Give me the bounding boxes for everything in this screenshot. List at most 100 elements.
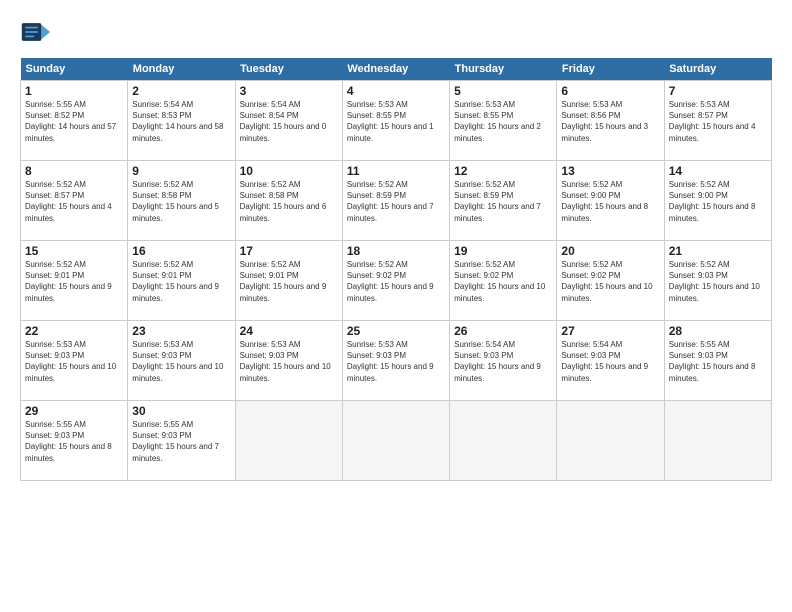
calendar-cell: 13Sunrise: 5:52 AMSunset: 9:00 PMDayligh…	[557, 161, 664, 241]
calendar-cell: 30Sunrise: 5:55 AMSunset: 9:03 PMDayligh…	[128, 401, 235, 481]
day-number: 10	[240, 164, 338, 178]
day-info: Sunrise: 5:52 AMSunset: 8:58 PMDaylight:…	[132, 179, 230, 224]
calendar-cell: 17Sunrise: 5:52 AMSunset: 9:01 PMDayligh…	[235, 241, 342, 321]
calendar-cell: 4Sunrise: 5:53 AMSunset: 8:55 PMDaylight…	[342, 81, 449, 161]
day-info: Sunrise: 5:54 AMSunset: 9:03 PMDaylight:…	[561, 339, 659, 384]
calendar-cell: 6Sunrise: 5:53 AMSunset: 8:56 PMDaylight…	[557, 81, 664, 161]
calendar-cell: 10Sunrise: 5:52 AMSunset: 8:58 PMDayligh…	[235, 161, 342, 241]
day-header-sunday: Sunday	[21, 58, 128, 81]
day-number: 22	[25, 324, 123, 338]
day-info: Sunrise: 5:55 AMSunset: 8:52 PMDaylight:…	[25, 99, 123, 144]
day-info: Sunrise: 5:54 AMSunset: 8:54 PMDaylight:…	[240, 99, 338, 144]
day-number: 16	[132, 244, 230, 258]
day-header-thursday: Thursday	[450, 58, 557, 81]
day-info: Sunrise: 5:53 AMSunset: 8:55 PMDaylight:…	[347, 99, 445, 144]
day-number: 12	[454, 164, 552, 178]
day-number: 8	[25, 164, 123, 178]
calendar-cell: 27Sunrise: 5:54 AMSunset: 9:03 PMDayligh…	[557, 321, 664, 401]
day-info: Sunrise: 5:54 AMSunset: 8:53 PMDaylight:…	[132, 99, 230, 144]
calendar-cell	[557, 401, 664, 481]
calendar-cell: 28Sunrise: 5:55 AMSunset: 9:03 PMDayligh…	[664, 321, 771, 401]
calendar-week-4: 22Sunrise: 5:53 AMSunset: 9:03 PMDayligh…	[21, 321, 772, 401]
day-info: Sunrise: 5:55 AMSunset: 9:03 PMDaylight:…	[25, 419, 123, 464]
calendar-cell: 9Sunrise: 5:52 AMSunset: 8:58 PMDaylight…	[128, 161, 235, 241]
day-info: Sunrise: 5:52 AMSunset: 9:03 PMDaylight:…	[669, 259, 767, 304]
day-info: Sunrise: 5:52 AMSunset: 8:57 PMDaylight:…	[25, 179, 123, 224]
calendar-cell	[235, 401, 342, 481]
calendar-cell: 15Sunrise: 5:52 AMSunset: 9:01 PMDayligh…	[21, 241, 128, 321]
day-number: 19	[454, 244, 552, 258]
calendar-cell: 25Sunrise: 5:53 AMSunset: 9:03 PMDayligh…	[342, 321, 449, 401]
calendar-header-row: SundayMondayTuesdayWednesdayThursdayFrid…	[21, 58, 772, 81]
day-number: 13	[561, 164, 659, 178]
calendar-cell: 7Sunrise: 5:53 AMSunset: 8:57 PMDaylight…	[664, 81, 771, 161]
day-number: 17	[240, 244, 338, 258]
calendar-cell: 18Sunrise: 5:52 AMSunset: 9:02 PMDayligh…	[342, 241, 449, 321]
calendar-cell	[664, 401, 771, 481]
day-number: 30	[132, 404, 230, 418]
calendar-cell	[450, 401, 557, 481]
day-info: Sunrise: 5:53 AMSunset: 9:03 PMDaylight:…	[132, 339, 230, 384]
logo-icon	[20, 16, 52, 48]
logo	[20, 16, 56, 48]
day-number: 20	[561, 244, 659, 258]
calendar-cell: 24Sunrise: 5:53 AMSunset: 9:03 PMDayligh…	[235, 321, 342, 401]
calendar-cell: 26Sunrise: 5:54 AMSunset: 9:03 PMDayligh…	[450, 321, 557, 401]
day-info: Sunrise: 5:52 AMSunset: 9:02 PMDaylight:…	[347, 259, 445, 304]
calendar-week-5: 29Sunrise: 5:55 AMSunset: 9:03 PMDayligh…	[21, 401, 772, 481]
calendar-cell: 14Sunrise: 5:52 AMSunset: 9:00 PMDayligh…	[664, 161, 771, 241]
day-info: Sunrise: 5:53 AMSunset: 9:03 PMDaylight:…	[347, 339, 445, 384]
day-info: Sunrise: 5:52 AMSunset: 8:59 PMDaylight:…	[347, 179, 445, 224]
calendar-week-2: 8Sunrise: 5:52 AMSunset: 8:57 PMDaylight…	[21, 161, 772, 241]
day-number: 24	[240, 324, 338, 338]
day-number: 4	[347, 84, 445, 98]
day-info: Sunrise: 5:52 AMSunset: 8:59 PMDaylight:…	[454, 179, 552, 224]
day-info: Sunrise: 5:53 AMSunset: 8:55 PMDaylight:…	[454, 99, 552, 144]
day-info: Sunrise: 5:53 AMSunset: 9:03 PMDaylight:…	[240, 339, 338, 384]
day-info: Sunrise: 5:53 AMSunset: 9:03 PMDaylight:…	[25, 339, 123, 384]
calendar-cell	[342, 401, 449, 481]
day-info: Sunrise: 5:52 AMSunset: 9:00 PMDaylight:…	[669, 179, 767, 224]
calendar-body: 1Sunrise: 5:55 AMSunset: 8:52 PMDaylight…	[21, 81, 772, 481]
day-number: 7	[669, 84, 767, 98]
calendar-cell: 21Sunrise: 5:52 AMSunset: 9:03 PMDayligh…	[664, 241, 771, 321]
day-number: 21	[669, 244, 767, 258]
day-number: 6	[561, 84, 659, 98]
day-number: 14	[669, 164, 767, 178]
day-info: Sunrise: 5:55 AMSunset: 9:03 PMDaylight:…	[669, 339, 767, 384]
day-info: Sunrise: 5:52 AMSunset: 9:00 PMDaylight:…	[561, 179, 659, 224]
day-number: 23	[132, 324, 230, 338]
day-number: 25	[347, 324, 445, 338]
day-number: 29	[25, 404, 123, 418]
calendar-cell: 29Sunrise: 5:55 AMSunset: 9:03 PMDayligh…	[21, 401, 128, 481]
calendar-table: SundayMondayTuesdayWednesdayThursdayFrid…	[20, 58, 772, 481]
day-info: Sunrise: 5:52 AMSunset: 9:01 PMDaylight:…	[240, 259, 338, 304]
day-number: 18	[347, 244, 445, 258]
day-info: Sunrise: 5:52 AMSunset: 8:58 PMDaylight:…	[240, 179, 338, 224]
day-header-monday: Monday	[128, 58, 235, 81]
day-number: 1	[25, 84, 123, 98]
day-number: 11	[347, 164, 445, 178]
day-number: 5	[454, 84, 552, 98]
calendar-cell: 16Sunrise: 5:52 AMSunset: 9:01 PMDayligh…	[128, 241, 235, 321]
day-header-saturday: Saturday	[664, 58, 771, 81]
day-number: 26	[454, 324, 552, 338]
day-header-friday: Friday	[557, 58, 664, 81]
day-number: 9	[132, 164, 230, 178]
calendar-cell: 11Sunrise: 5:52 AMSunset: 8:59 PMDayligh…	[342, 161, 449, 241]
day-number: 28	[669, 324, 767, 338]
calendar-cell: 19Sunrise: 5:52 AMSunset: 9:02 PMDayligh…	[450, 241, 557, 321]
calendar-cell: 3Sunrise: 5:54 AMSunset: 8:54 PMDaylight…	[235, 81, 342, 161]
day-info: Sunrise: 5:53 AMSunset: 8:56 PMDaylight:…	[561, 99, 659, 144]
calendar-cell: 1Sunrise: 5:55 AMSunset: 8:52 PMDaylight…	[21, 81, 128, 161]
calendar-cell: 20Sunrise: 5:52 AMSunset: 9:02 PMDayligh…	[557, 241, 664, 321]
day-number: 15	[25, 244, 123, 258]
day-info: Sunrise: 5:52 AMSunset: 9:02 PMDaylight:…	[454, 259, 552, 304]
day-info: Sunrise: 5:55 AMSunset: 9:03 PMDaylight:…	[132, 419, 230, 464]
day-info: Sunrise: 5:53 AMSunset: 8:57 PMDaylight:…	[669, 99, 767, 144]
day-header-wednesday: Wednesday	[342, 58, 449, 81]
day-info: Sunrise: 5:54 AMSunset: 9:03 PMDaylight:…	[454, 339, 552, 384]
calendar-cell: 8Sunrise: 5:52 AMSunset: 8:57 PMDaylight…	[21, 161, 128, 241]
day-info: Sunrise: 5:52 AMSunset: 9:01 PMDaylight:…	[25, 259, 123, 304]
calendar-week-1: 1Sunrise: 5:55 AMSunset: 8:52 PMDaylight…	[21, 81, 772, 161]
